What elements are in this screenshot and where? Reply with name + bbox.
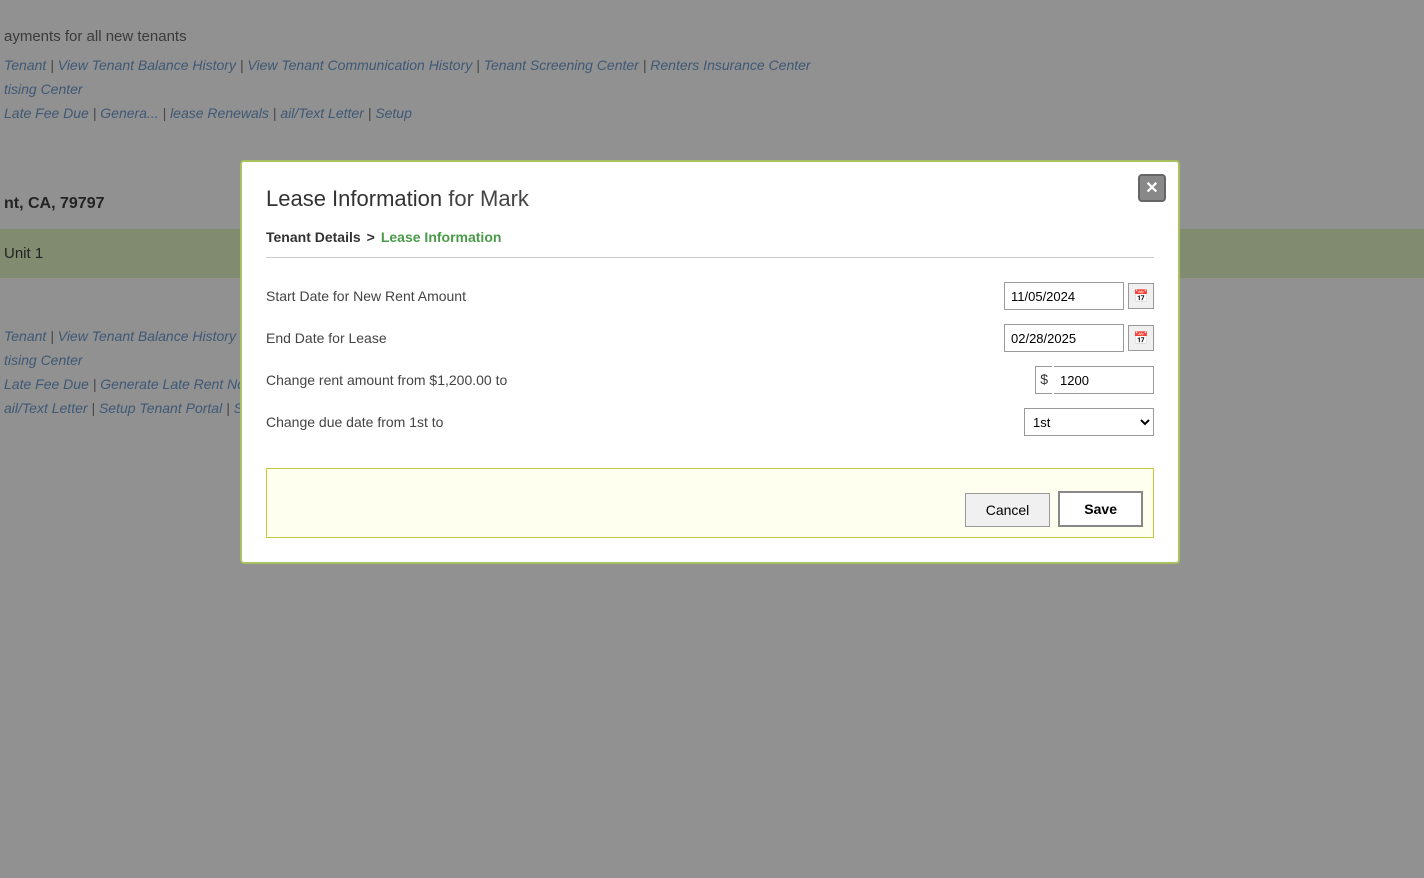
rent-amount-input-group: $ [1035,366,1154,394]
save-button[interactable]: Save [1058,491,1143,527]
end-date-row: End Date for Lease 📅 [266,324,1154,352]
due-date-label: Change due date from 1st to [266,414,1024,430]
due-date-select[interactable]: 1st 2nd 3rd 4th 5th 10th 15th 20th 25th [1024,408,1154,436]
calendar-icon: 📅 [1134,290,1149,302]
lease-information-modal: ✕ Lease Information for Mark Tenant Deta… [240,160,1180,564]
end-date-calendar-button[interactable]: 📅 [1128,325,1154,351]
end-date-label: End Date for Lease [266,330,1004,346]
cancel-button[interactable]: Cancel [965,493,1051,527]
breadcrumb-current: Lease Information [381,229,502,245]
start-date-label: Start Date for New Rent Amount [266,288,1004,304]
start-date-input-group: 📅 [1004,282,1154,310]
breadcrumb-tenant-details[interactable]: Tenant Details [266,229,361,245]
calendar-icon-2: 📅 [1134,332,1149,344]
start-date-calendar-button[interactable]: 📅 [1128,283,1154,309]
modal-title: Lease Information for Mark [266,182,1154,213]
rent-amount-input[interactable] [1054,366,1154,394]
rent-amount-label: Change rent amount from $1,200.00 to [266,372,1035,388]
breadcrumb-separator: > [367,229,375,245]
modal-close-button[interactable]: ✕ [1138,174,1166,202]
rent-amount-row: Change rent amount from $1,200.00 to $ [266,366,1154,394]
start-date-input[interactable] [1004,282,1124,310]
dollar-sign: $ [1035,366,1052,394]
notes-action-area: Cancel Save [266,468,1154,538]
lease-form: Start Date for New Rent Amount 📅 End Dat… [266,274,1154,458]
start-date-row: Start Date for New Rent Amount 📅 [266,282,1154,310]
end-date-input[interactable] [1004,324,1124,352]
end-date-input-group: 📅 [1004,324,1154,352]
due-date-row: Change due date from 1st to 1st 2nd 3rd … [266,408,1154,436]
breadcrumb: Tenant Details > Lease Information [266,229,1154,258]
